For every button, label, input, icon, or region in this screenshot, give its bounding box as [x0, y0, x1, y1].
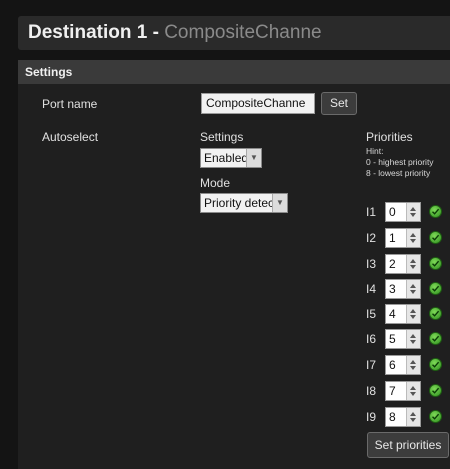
- spinner-arrows[interactable]: [406, 229, 420, 247]
- green-check-icon: [429, 205, 442, 218]
- spinner-arrows[interactable]: [406, 382, 420, 400]
- green-check-icon: [429, 332, 442, 345]
- input-label: I3: [366, 257, 377, 271]
- green-check-icon: [429, 384, 442, 397]
- spinner-down-icon[interactable]: [410, 290, 416, 294]
- priority-row: I4 3: [366, 279, 450, 299]
- spinner-down-icon[interactable]: [410, 366, 416, 370]
- green-check-icon: [429, 257, 442, 270]
- spinner-down-icon[interactable]: [410, 315, 416, 319]
- autoselect-settings-label: Settings: [200, 130, 244, 144]
- spinner-down-icon[interactable]: [410, 418, 416, 422]
- priority-spinner[interactable]: 7: [385, 381, 421, 401]
- input-label: I7: [366, 358, 377, 372]
- input-label: I9: [366, 410, 377, 424]
- spinner-arrows[interactable]: [406, 330, 420, 348]
- priority-row: I6 5: [366, 329, 450, 349]
- settings-header: Settings: [18, 60, 450, 84]
- priority-row: I8 7: [366, 381, 450, 401]
- priority-value: 5: [389, 332, 396, 346]
- settings-header-title: Settings: [25, 65, 73, 79]
- green-check-icon: [429, 231, 442, 244]
- input-label: I6: [366, 332, 377, 346]
- priority-spinner[interactable]: 4: [385, 304, 421, 324]
- autoselect-mode-value: Priority detect: [204, 196, 278, 210]
- green-check-icon: [429, 282, 442, 295]
- spinner-arrows[interactable]: [406, 408, 420, 426]
- priority-row: I1 0: [366, 202, 450, 222]
- input-label: I2: [366, 231, 377, 245]
- input-label: I4: [366, 282, 377, 296]
- spinner-up-icon[interactable]: [410, 309, 416, 313]
- priority-value: 8: [389, 410, 396, 424]
- priorities-hint: Hint: 0 - highest priority 8 - lowest pr…: [366, 146, 434, 179]
- priority-row: I9 8: [366, 407, 450, 427]
- autoselect-mode-label: Mode: [200, 176, 231, 190]
- priority-row: I2 1: [366, 228, 450, 248]
- spinner-up-icon[interactable]: [410, 259, 416, 263]
- priority-value: 7: [389, 384, 396, 398]
- hint-line-highest: 0 - highest priority: [366, 157, 434, 167]
- priorities-label: Priorities: [366, 130, 413, 144]
- priority-value: 1: [389, 231, 396, 245]
- spinner-arrows[interactable]: [406, 255, 420, 273]
- spinner-arrows[interactable]: [406, 356, 420, 374]
- spinner-up-icon[interactable]: [410, 360, 416, 364]
- spinner-down-icon[interactable]: [410, 265, 416, 269]
- autoselect-label: Autoselect: [42, 130, 99, 144]
- green-check-icon: [429, 307, 442, 320]
- spinner-up-icon[interactable]: [410, 412, 416, 416]
- destination-title: Destination 1: [28, 22, 148, 43]
- priority-spinner[interactable]: 0: [385, 202, 421, 222]
- title-bar: Destination 1 - CompositeChanne: [18, 16, 450, 50]
- spinner-down-icon[interactable]: [410, 239, 416, 243]
- priority-value: 6: [389, 358, 396, 372]
- spinner-down-icon[interactable]: [410, 213, 416, 217]
- set-priorities-button[interactable]: Set priorities: [367, 432, 449, 458]
- spinner-arrows[interactable]: [406, 280, 420, 298]
- autoselect-mode-select[interactable]: Priority detect ▼: [200, 193, 288, 213]
- priority-row: I3 2: [366, 254, 450, 274]
- spinner-arrows[interactable]: [406, 203, 420, 221]
- spinner-up-icon[interactable]: [410, 386, 416, 390]
- priority-value: 4: [389, 307, 396, 321]
- dropdown-arrow-icon: ▼: [246, 149, 261, 167]
- priority-row: I5 4: [366, 304, 450, 324]
- spinner-up-icon[interactable]: [410, 207, 416, 211]
- priority-value: 3: [389, 282, 396, 296]
- dropdown-arrow-icon: ▼: [272, 194, 287, 212]
- priority-spinner[interactable]: 8: [385, 407, 421, 427]
- autoselect-settings-select[interactable]: Enabled ▼: [200, 148, 262, 168]
- port-name-input[interactable]: CompositeChanne: [201, 93, 315, 114]
- page-title: Destination 1 - CompositeChanne: [28, 22, 322, 44]
- green-check-icon: [429, 358, 442, 371]
- spinner-down-icon[interactable]: [410, 340, 416, 344]
- title-separator: -: [147, 22, 165, 43]
- spinner-arrows[interactable]: [406, 305, 420, 323]
- spinner-down-icon[interactable]: [410, 392, 416, 396]
- spinner-up-icon[interactable]: [410, 284, 416, 288]
- priority-value: 2: [389, 257, 396, 271]
- input-label: I5: [366, 307, 377, 321]
- channel-title: CompositeChanne: [164, 22, 322, 43]
- settings-panel: Settings Port name CompositeChanne Set A…: [18, 60, 450, 469]
- green-check-icon: [429, 410, 442, 423]
- priority-spinner[interactable]: 6: [385, 355, 421, 375]
- port-name-label: Port name: [42, 97, 98, 111]
- port-name-set-button[interactable]: Set: [321, 92, 357, 115]
- priority-spinner[interactable]: 3: [385, 279, 421, 299]
- spinner-up-icon[interactable]: [410, 334, 416, 338]
- priority-row: I7 6: [366, 355, 450, 375]
- input-label: I8: [366, 384, 377, 398]
- priority-spinner[interactable]: 1: [385, 228, 421, 248]
- autoselect-settings-value: Enabled: [204, 151, 249, 165]
- hint-line-lowest: 8 - lowest priority: [366, 168, 431, 178]
- priority-value: 0: [389, 205, 396, 219]
- priority-spinner[interactable]: 2: [385, 254, 421, 274]
- priority-spinner[interactable]: 5: [385, 329, 421, 349]
- input-label: I1: [366, 205, 377, 219]
- spinner-up-icon[interactable]: [410, 233, 416, 237]
- hint-title: Hint:: [366, 146, 384, 156]
